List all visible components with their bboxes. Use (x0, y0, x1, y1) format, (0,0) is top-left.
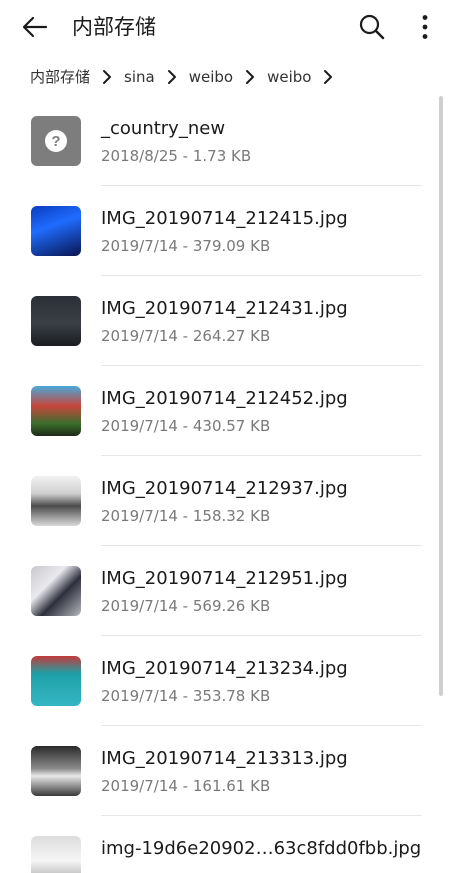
breadcrumb-item-sina[interactable]: sina (124, 64, 155, 90)
file-manager-screen: 内部存储 内部存储 sina weibo weibo ? _country_ne… (0, 0, 454, 873)
breadcrumb-item-weibo-current[interactable]: weibo (267, 64, 311, 90)
back-arrow-icon (22, 16, 48, 38)
unknown-file-icon: ? (31, 116, 81, 166)
search-icon (359, 14, 385, 40)
more-vertical-icon (422, 15, 428, 39)
file-meta: 2019/7/14 - 430.57 KB (101, 417, 271, 435)
image-thumbnail (31, 656, 81, 706)
image-thumbnail (31, 296, 81, 346)
list-item[interactable]: ? _country_new 2018/8/25 - 1.73 KB (0, 96, 454, 186)
file-meta: 2019/7/14 - 569.26 KB (101, 597, 271, 615)
file-name: IMG_20190714_212452.jpg (101, 388, 348, 409)
search-button[interactable] (356, 11, 388, 43)
file-list: ? _country_new 2018/8/25 - 1.73 KB IMG_2… (0, 96, 454, 873)
list-item[interactable]: IMG_20190714_212452.jpg 2019/7/14 - 430.… (0, 366, 454, 456)
breadcrumb-item-internal-storage[interactable]: 内部存储 (30, 64, 90, 90)
file-meta: 2019/7/14 - 161.61 KB (101, 777, 271, 795)
breadcrumb: 内部存储 sina weibo weibo (30, 64, 345, 90)
chevron-right-icon (161, 69, 183, 85)
app-header: 内部存储 (0, 0, 454, 54)
file-meta: 2019/7/14 - 353.78 KB (101, 687, 271, 705)
file-name: _country_new (101, 118, 226, 139)
file-meta: 2019/7/14 - 264.27 KB (101, 327, 271, 345)
file-name: IMG_20190714_213313.jpg (101, 748, 348, 769)
file-name: IMG_20190714_213234.jpg (101, 658, 348, 679)
file-name: img-19d6e20902…63c8fdd0fbb.jpg (101, 838, 422, 859)
file-name: IMG_20190714_212431.jpg (101, 298, 348, 319)
list-item[interactable]: IMG_20190714_213234.jpg 2019/7/14 - 353.… (0, 636, 454, 726)
page-title: 内部存储 (72, 15, 156, 39)
list-item[interactable]: IMG_20190714_212951.jpg 2019/7/14 - 569.… (0, 546, 454, 636)
scrollbar[interactable] (439, 96, 443, 696)
back-button[interactable] (20, 12, 50, 42)
file-name: IMG_20190714_212937.jpg (101, 478, 348, 499)
file-meta: 2018/8/25 - 1.73 KB (101, 147, 252, 165)
image-thumbnail (31, 206, 81, 256)
list-item[interactable]: IMG_20190714_212431.jpg 2019/7/14 - 264.… (0, 276, 454, 366)
list-item[interactable]: IMG_20190714_213313.jpg 2019/7/14 - 161.… (0, 726, 454, 816)
list-item[interactable]: img-19d6e20902…63c8fdd0fbb.jpg (0, 816, 454, 873)
image-thumbnail (31, 386, 81, 436)
chevron-right-icon (317, 69, 339, 85)
list-item[interactable]: IMG_20190714_212937.jpg 2019/7/14 - 158.… (0, 456, 454, 546)
file-name: IMG_20190714_212951.jpg (101, 568, 348, 589)
more-options-button[interactable] (411, 11, 439, 43)
image-thumbnail (31, 746, 81, 796)
svg-text:?: ? (51, 133, 60, 150)
chevron-right-icon (96, 69, 118, 85)
list-item[interactable]: IMG_20190714_212415.jpg 2019/7/14 - 379.… (0, 186, 454, 276)
image-thumbnail (31, 836, 81, 873)
breadcrumb-item-weibo[interactable]: weibo (189, 64, 233, 90)
image-thumbnail (31, 566, 81, 616)
chevron-right-icon (239, 69, 261, 85)
file-meta: 2019/7/14 - 379.09 KB (101, 237, 271, 255)
image-thumbnail (31, 476, 81, 526)
file-meta: 2019/7/14 - 158.32 KB (101, 507, 271, 525)
file-name: IMG_20190714_212415.jpg (101, 208, 348, 229)
